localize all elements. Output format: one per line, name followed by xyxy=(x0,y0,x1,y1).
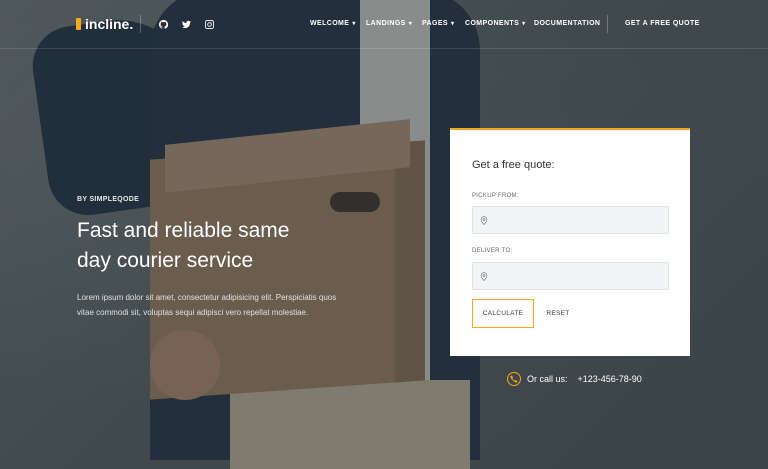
instagram-icon[interactable] xyxy=(204,19,214,29)
hero-lead-text: Lorem ipsum dolor sit amet, consectetur … xyxy=(77,293,337,317)
phone-icon xyxy=(507,372,521,386)
chevron-down-icon: ▾ xyxy=(352,21,356,27)
nav-item-components[interactable]: COMPONENTS ▾ xyxy=(465,20,526,27)
nav-divider xyxy=(607,15,608,33)
logo-text: incline. xyxy=(85,16,134,32)
byline: BY SIMPLEQODE xyxy=(77,196,140,203)
twitter-icon[interactable] xyxy=(181,19,191,29)
call-prompt: Or call us: xyxy=(527,374,568,384)
deliver-field[interactable] xyxy=(472,262,669,290)
pickup-label: PICKUP FROM: xyxy=(472,193,519,199)
phone-number-link[interactable]: +123-456-78-90 xyxy=(578,374,642,384)
pickup-field[interactable] xyxy=(472,206,669,234)
top-navbar: incline. WELCOME ▾ LANDINGS ▾ PAGES ▾ COMPO… xyxy=(0,0,768,49)
hero-headline: Fast and reliable same day courier servi… xyxy=(77,216,357,276)
headline-line: Fast and reliable same xyxy=(77,219,290,242)
deliver-label: DELIVER TO: xyxy=(472,248,513,254)
calculate-button[interactable]: CALCULATE xyxy=(472,299,534,328)
chevron-down-icon: ▾ xyxy=(451,21,455,27)
reset-button[interactable]: RESET xyxy=(542,299,574,328)
quote-form-card: Get a free quote: PICKUP FROM: DELIVER T… xyxy=(450,128,690,356)
nav-item-welcome[interactable]: WELCOME ▾ xyxy=(310,20,356,27)
headline-line: day courier service xyxy=(77,249,254,272)
map-pin-icon xyxy=(480,271,488,281)
map-pin-icon xyxy=(480,215,488,225)
get-quote-nav-link[interactable]: GET A FREE QUOTE xyxy=(625,20,700,27)
nav-item-pages[interactable]: PAGES ▾ xyxy=(422,20,454,27)
pickup-input[interactable] xyxy=(492,214,666,226)
github-icon[interactable] xyxy=(158,19,168,29)
nav-item-landings[interactable]: LANDINGS ▾ xyxy=(366,20,412,27)
quote-form-title: Get a free quote: xyxy=(472,159,555,171)
deliver-input[interactable] xyxy=(492,270,666,282)
nav-divider xyxy=(140,15,141,33)
chevron-down-icon: ▾ xyxy=(408,21,413,27)
nav-item-documentation[interactable]: DOCUMENTATION xyxy=(534,20,600,27)
logo-mark-icon xyxy=(76,18,81,30)
chevron-down-icon: ▾ xyxy=(522,21,526,27)
hero-section: incline. WELCOME ▾ LANDINGS ▾ PAGES ▾ COMPO… xyxy=(0,0,768,469)
call-us: Or call us: +123-456-78-90 xyxy=(507,372,642,386)
logo[interactable]: incline. xyxy=(76,16,133,32)
